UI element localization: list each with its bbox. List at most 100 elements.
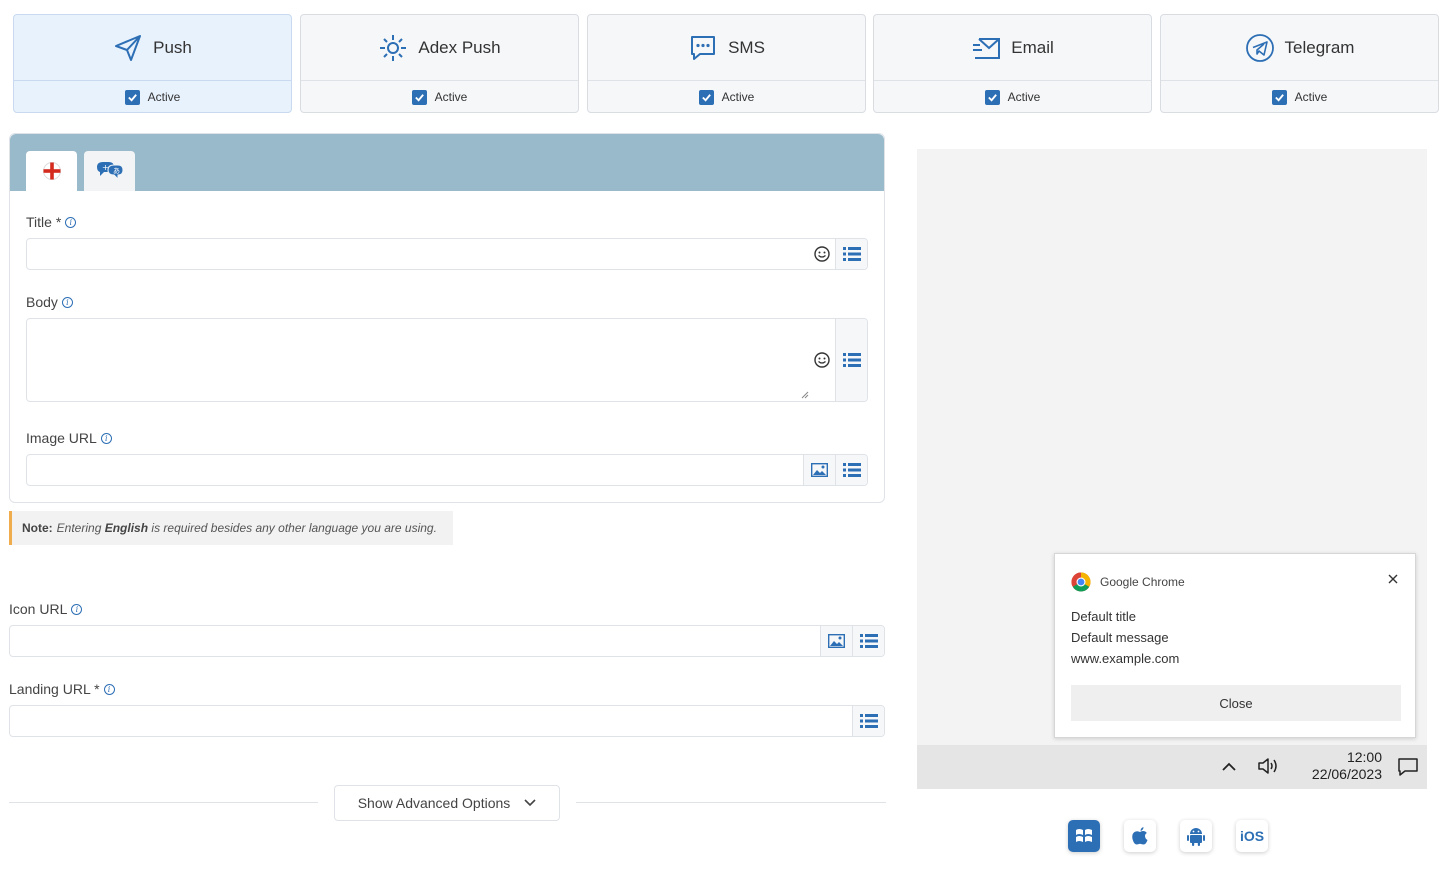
- icon-url-field[interactable]: [9, 625, 885, 657]
- channel-name: SMS: [728, 37, 765, 57]
- toast-title: Default title: [1071, 609, 1137, 624]
- language-tab-add-language[interactable]: + あ: [84, 151, 135, 191]
- toast-app: Google Chrome: [1071, 572, 1185, 592]
- channel-name: Push: [153, 37, 192, 57]
- info-icon[interactable]: i: [71, 603, 83, 615]
- landing-url-label: Landing URL * i: [9, 681, 115, 697]
- landing-url-label-text: Landing URL *: [9, 681, 100, 697]
- channel-status: Active: [147, 90, 181, 104]
- show-advanced-options-button[interactable]: Show Advanced Options: [334, 785, 560, 821]
- translate-languages-icon: + あ: [96, 162, 124, 181]
- list-icon: [842, 247, 861, 261]
- title-field[interactable]: [26, 238, 868, 270]
- image-picker-button[interactable]: [803, 455, 835, 485]
- image-url-label-text: Image URL: [26, 430, 97, 446]
- england-flag-icon: [42, 162, 61, 180]
- chevron-up-icon[interactable]: [1222, 762, 1236, 772]
- os-option-windows[interactable]: [1068, 820, 1100, 852]
- toast-close-button[interactable]: Close: [1071, 685, 1401, 721]
- notification-center-icon[interactable]: [1397, 757, 1419, 777]
- emoji-icon[interactable]: [814, 246, 830, 262]
- info-icon[interactable]: i: [61, 296, 73, 308]
- active-checkbox[interactable]: [984, 89, 1000, 105]
- adex-burst-icon: [380, 34, 407, 61]
- resize-handle-icon[interactable]: [801, 391, 809, 399]
- active-checkbox[interactable]: [698, 89, 714, 105]
- channel-status: Active: [721, 90, 755, 104]
- english-required-note: Note: Entering English is required besid…: [9, 511, 453, 545]
- channel-status: Active: [434, 90, 468, 104]
- icon-picker-button[interactable]: [820, 626, 852, 656]
- list-icon: [842, 463, 861, 477]
- show-advanced-options-label: Show Advanced Options: [357, 795, 511, 811]
- channel-card-head[interactable]: SMS: [588, 15, 865, 81]
- ios-label: iOS: [1239, 828, 1265, 844]
- channel-selector: Push Active Adex Push Active SMS Active …: [13, 14, 1439, 113]
- svg-text:あ: あ: [113, 167, 120, 175]
- channel-card-sms[interactable]: SMS Active: [587, 14, 866, 113]
- icon-url-label-text: Icon URL: [9, 601, 68, 617]
- chat-bubble-icon: [691, 35, 716, 60]
- image-url-label: Image URL i: [26, 430, 112, 446]
- platform-selector: iOS: [1068, 820, 1268, 852]
- toast-message: Default message: [1071, 630, 1169, 645]
- info-icon[interactable]: i: [65, 216, 77, 228]
- language-tab-english[interactable]: [26, 151, 77, 191]
- info-icon[interactable]: i: [103, 683, 115, 695]
- channel-status: Active: [1294, 90, 1328, 104]
- envelope-icon: [973, 37, 1001, 59]
- list-icon: [859, 714, 878, 728]
- note-text-2: is required besides any other language y…: [151, 521, 437, 535]
- body-textarea[interactable]: [26, 318, 868, 402]
- icon-url-label: Icon URL i: [9, 601, 83, 617]
- speaker-icon[interactable]: [1257, 756, 1281, 776]
- note-text-1: Entering: [56, 521, 102, 535]
- channel-card-push[interactable]: Push Active: [13, 14, 292, 113]
- channel-card-adex-push[interactable]: Adex Push Active: [300, 14, 579, 113]
- body-label-text: Body: [26, 294, 58, 310]
- close-icon[interactable]: [1387, 573, 1399, 585]
- note-prefix: Note:: [22, 521, 53, 535]
- channel-card-head[interactable]: Push: [14, 15, 291, 81]
- taskbar-time: 12:00: [1346, 749, 1382, 765]
- chevron-down-icon: [524, 799, 536, 807]
- apple-icon: [1132, 827, 1148, 845]
- os-option-ios[interactable]: iOS: [1236, 820, 1268, 852]
- channel-card-email[interactable]: Email Active: [873, 14, 1152, 113]
- channel-name: Adex Push: [418, 37, 501, 57]
- image-url-variables-button[interactable]: [835, 455, 867, 485]
- toast-domain: www.example.com: [1071, 651, 1180, 666]
- active-checkbox[interactable]: [1271, 89, 1287, 105]
- channel-active-toggle[interactable]: Active: [14, 81, 291, 113]
- landing-url-field[interactable]: [9, 705, 885, 737]
- divider: [576, 802, 886, 803]
- title-label-text: Title *: [26, 214, 62, 230]
- taskbar-clock: 12:00 22/06/2023: [1312, 749, 1382, 783]
- title-variables-button[interactable]: [835, 239, 867, 269]
- channel-name: Telegram: [1284, 37, 1355, 57]
- list-icon: [859, 634, 878, 648]
- channel-active-toggle[interactable]: Active: [301, 81, 578, 113]
- active-checkbox[interactable]: [124, 89, 140, 105]
- body-variables-button[interactable]: [835, 319, 867, 401]
- android-icon: [1187, 828, 1205, 846]
- os-option-mac[interactable]: [1124, 820, 1156, 852]
- title-label: Title * i: [26, 214, 77, 230]
- channel-active-toggle[interactable]: Active: [874, 81, 1151, 113]
- active-checkbox[interactable]: [411, 89, 427, 105]
- emoji-icon[interactable]: [814, 352, 830, 368]
- channel-active-toggle[interactable]: Active: [588, 81, 865, 113]
- channel-active-toggle[interactable]: Active: [1161, 81, 1438, 113]
- os-option-android[interactable]: [1180, 820, 1212, 852]
- list-icon: [842, 353, 861, 367]
- info-icon[interactable]: i: [100, 432, 112, 444]
- note-emphasis: English: [104, 521, 149, 535]
- image-url-field[interactable]: [26, 454, 868, 486]
- channel-card-head[interactable]: Telegram: [1161, 15, 1438, 81]
- channel-card-head[interactable]: Email: [874, 15, 1151, 81]
- channel-card-telegram[interactable]: Telegram Active: [1160, 14, 1439, 113]
- landing-url-variables-button[interactable]: [852, 706, 884, 736]
- icon-url-variables-button[interactable]: [852, 626, 884, 656]
- notification-toast: Google Chrome Default title Default mess…: [1054, 553, 1416, 738]
- channel-card-head[interactable]: Adex Push: [301, 15, 578, 81]
